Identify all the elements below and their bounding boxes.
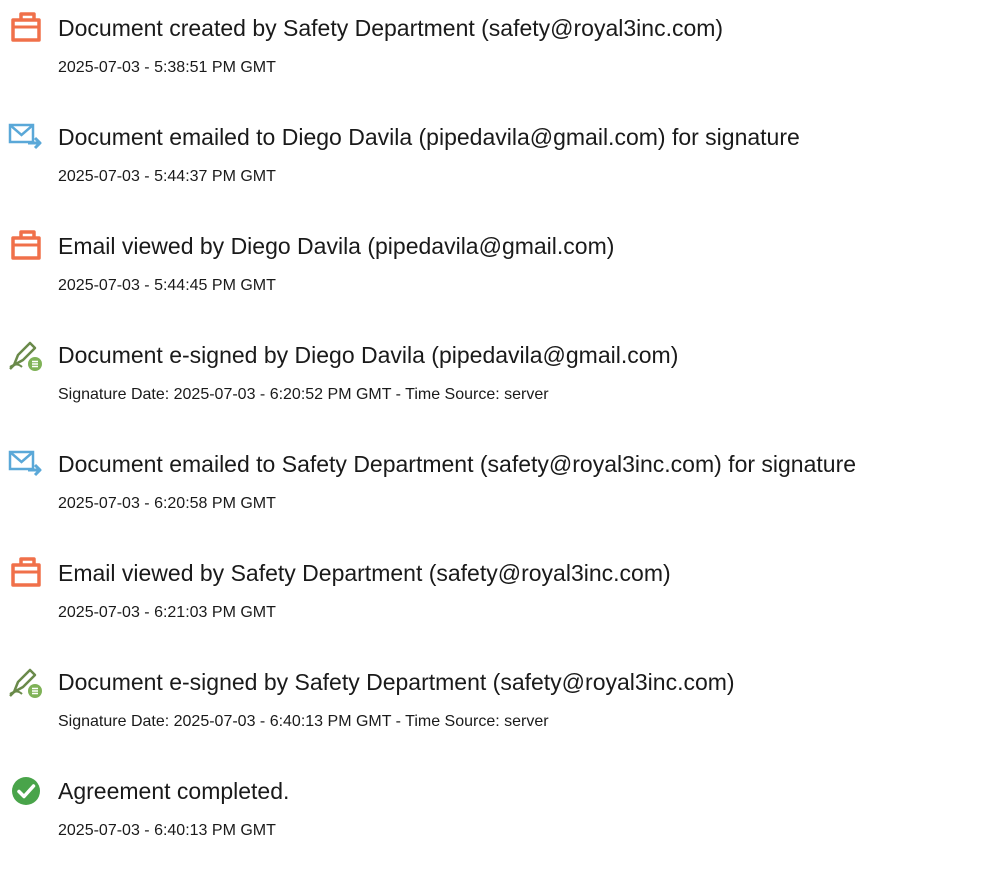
event-title: Document e-signed by Safety Department (…	[58, 669, 735, 695]
event-timestamp: 2025-07-03 - 5:44:45 PM GMT	[58, 277, 276, 294]
event-timestamp: 2025-07-03 - 6:40:13 PM GMT	[58, 822, 276, 839]
document-created-icon	[8, 10, 44, 46]
email-sent-icon	[8, 446, 44, 482]
event-title: Email viewed by Safety Department (safet…	[58, 560, 671, 586]
event-signature-date: Signature Date: 2025-07-03 - 6:40:13 PM …	[58, 713, 549, 730]
event-signature-date: Signature Date: 2025-07-03 - 6:20:52 PM …	[58, 386, 549, 403]
event-title: Document emailed to Diego Davila (pipeda…	[58, 124, 800, 150]
document-viewed-icon	[8, 555, 44, 591]
event-title: Document emailed to Safety Department (s…	[58, 451, 857, 477]
event-title: Document e-signed by Diego Davila (piped…	[58, 342, 679, 368]
e-sign-icon	[8, 337, 44, 373]
history-event: Email viewed by Safety Department (safet…	[0, 545, 983, 625]
event-timestamp: 2025-07-03 - 5:44:37 PM GMT	[58, 168, 276, 185]
history-event: Document e-signed by Safety Department (…	[0, 654, 983, 734]
history-event: Document created by Safety Department (s…	[0, 0, 983, 80]
history-event: Document e-signed by Diego Davila (piped…	[0, 327, 983, 407]
history-event: Agreement completed. 2025-07-03 - 6:40:1…	[0, 763, 983, 843]
event-timestamp: 2025-07-03 - 5:38:51 PM GMT	[58, 59, 276, 76]
event-title: Document created by Safety Department (s…	[58, 15, 724, 41]
event-timestamp: 2025-07-03 - 6:20:58 PM GMT	[58, 495, 276, 512]
history-event: Document emailed to Safety Department (s…	[0, 436, 983, 516]
document-viewed-icon	[8, 228, 44, 264]
email-sent-icon	[8, 119, 44, 155]
e-sign-icon	[8, 664, 44, 700]
history-event: Document emailed to Diego Davila (pipeda…	[0, 109, 983, 189]
event-title: Agreement completed.	[58, 778, 290, 804]
agreement-completed-icon	[8, 773, 44, 809]
history-event: Email viewed by Diego Davila (pipedavila…	[0, 218, 983, 298]
event-timestamp: 2025-07-03 - 6:21:03 PM GMT	[58, 604, 276, 621]
event-title: Email viewed by Diego Davila (pipedavila…	[58, 233, 615, 259]
